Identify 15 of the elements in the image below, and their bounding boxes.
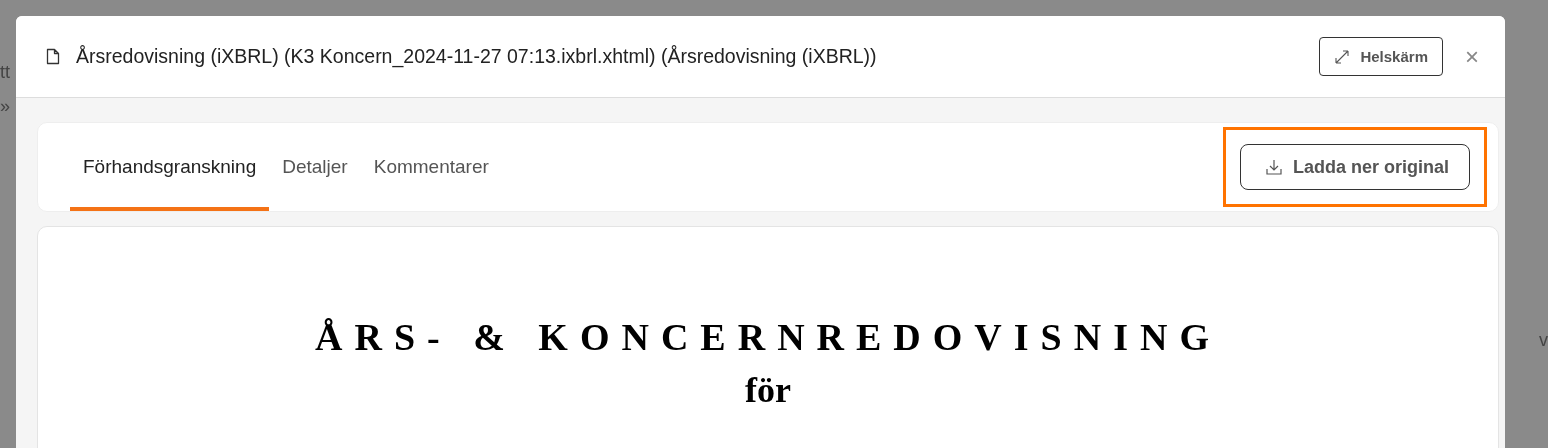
document-subheading: för <box>745 369 791 411</box>
tab[interactable]: Detaljer <box>269 123 361 211</box>
tab[interactable]: Kommentarer <box>360 123 502 211</box>
background-text: tt <box>0 62 10 83</box>
download-button[interactable]: Ladda ner original <box>1239 144 1470 190</box>
download-icon <box>1264 158 1283 176</box>
fullscreen-button[interactable]: Helskärm <box>1319 37 1443 76</box>
close-button[interactable]: × <box>1461 42 1483 71</box>
expand-icon <box>1334 48 1351 65</box>
document-heading: ÅRS- & KONCERNREDOVISNING <box>315 315 1221 359</box>
tab[interactable]: Förhandsgranskning <box>70 123 270 211</box>
background-text: » <box>0 96 10 117</box>
document-icon <box>46 48 60 65</box>
background-text: v <box>1539 330 1548 351</box>
dialog-title: Årsredovisning (iXBRL) (K3 Koncern_2024-11-27 07:13.ixbrl.xhtml) (Årsredovisning (iXBRL)) <box>76 45 878 68</box>
